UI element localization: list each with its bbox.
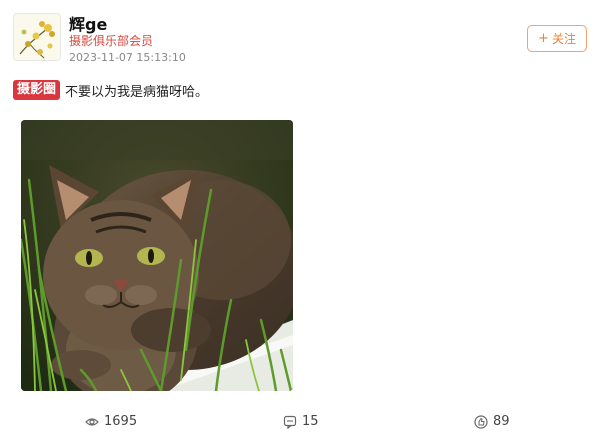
thumbs-up-icon xyxy=(474,414,488,429)
follow-button-label: 关注 xyxy=(551,32,576,46)
post-timestamp: 2023-11-07 15:13:10 xyxy=(69,51,186,64)
views-count: 1695 xyxy=(104,414,138,429)
eye-icon xyxy=(85,417,99,426)
user-tag: 摄影俱乐部会员 xyxy=(69,34,154,48)
post-photo[interactable] xyxy=(21,120,293,391)
comment-icon xyxy=(283,415,297,429)
topic-badge[interactable]: 摄影圈 xyxy=(13,80,61,100)
comments-count: 15 xyxy=(302,414,319,429)
post-stats-bar: 1695 15 89 xyxy=(0,414,605,432)
avatar-image xyxy=(14,14,60,60)
post-content: 摄影圈 不要以为我是病猫呀哈。 xyxy=(13,80,208,100)
follow-button[interactable]: + 关注 xyxy=(527,25,587,52)
views-stat[interactable]: 1695 xyxy=(85,414,137,429)
plus-icon: + xyxy=(538,31,549,46)
avatar[interactable] xyxy=(13,13,61,61)
likes-stat[interactable]: 89 xyxy=(474,414,510,429)
cat-photo-image xyxy=(21,120,293,391)
likes-count: 89 xyxy=(493,414,510,429)
comments-stat[interactable]: 15 xyxy=(283,414,319,429)
post-text: 不要以为我是病猫呀哈。 xyxy=(65,84,209,100)
